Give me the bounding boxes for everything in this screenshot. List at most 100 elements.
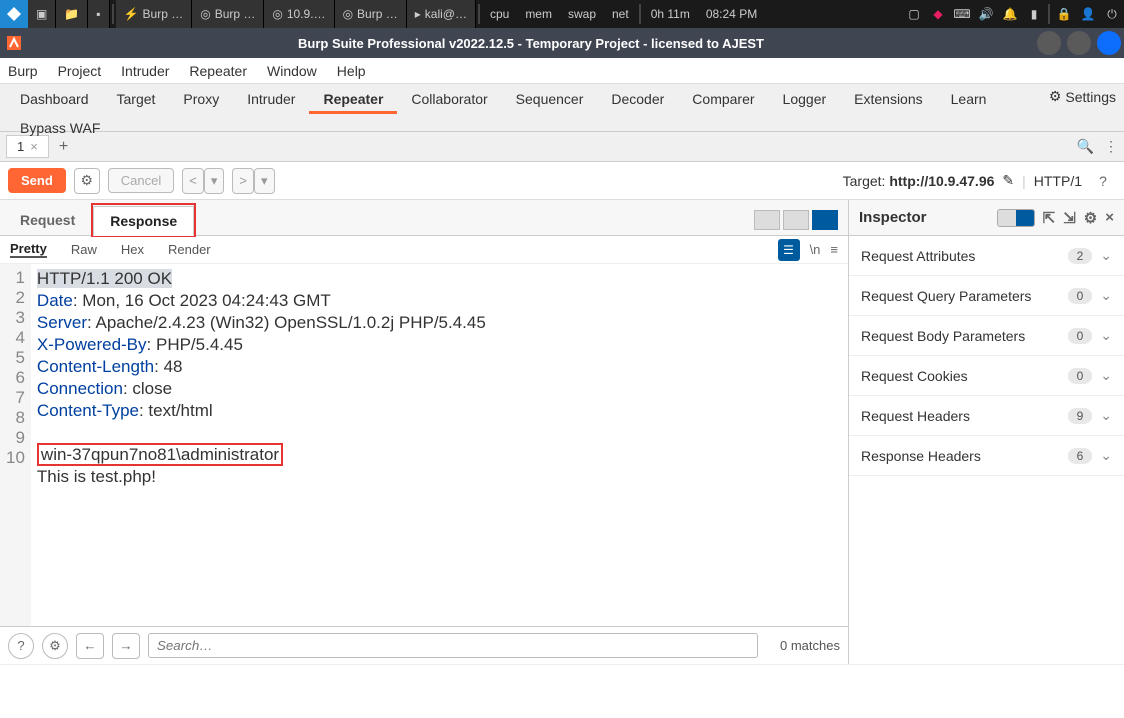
tray-lock-icon[interactable]: 🔒 xyxy=(1052,0,1076,28)
tool-tab-repeater[interactable]: Repeater xyxy=(309,87,397,114)
protocol-label[interactable]: HTTP/1 xyxy=(1034,173,1082,189)
send-button[interactable]: Send xyxy=(8,168,66,193)
search-input[interactable] xyxy=(148,633,758,658)
prev-match-button[interactable]: ← xyxy=(76,633,104,659)
help-icon[interactable]: ? xyxy=(8,633,34,659)
search-bar: ? ⚙ ← → 0 matches xyxy=(0,626,848,664)
hamburger-icon[interactable]: ≡ xyxy=(830,242,838,257)
inspector-row[interactable]: Request Headers9⌄ xyxy=(849,396,1124,436)
window-close[interactable] xyxy=(1097,31,1121,55)
tool-tab-dashboard[interactable]: Dashboard xyxy=(6,87,103,114)
inspector-row[interactable]: Request Query Parameters0⌄ xyxy=(849,276,1124,316)
tray-bell-icon[interactable]: 🔔 xyxy=(998,0,1022,28)
history-forward-button[interactable]: > xyxy=(232,168,254,194)
tool-tab-collaborator[interactable]: Collaborator xyxy=(397,87,501,114)
format-tab-raw[interactable]: Raw xyxy=(71,242,97,257)
history-forward-menu[interactable]: ▾ xyxy=(254,168,275,194)
inspector-title: Inspector xyxy=(859,209,927,226)
inspector-row-label: Response Headers xyxy=(861,448,981,464)
pretty-toggle-icon[interactable]: ☰ xyxy=(778,239,800,261)
close-icon[interactable]: × xyxy=(30,139,38,154)
inspector-row[interactable]: Request Body Parameters0⌄ xyxy=(849,316,1124,356)
tray-volume-icon[interactable]: 🔊 xyxy=(974,0,998,28)
taskbar-app[interactable]: ▸ kali@… xyxy=(407,0,476,28)
tool-tab-extensions[interactable]: Extensions xyxy=(840,87,936,114)
tool-tab-logger[interactable]: Logger xyxy=(769,87,841,114)
help-icon[interactable]: ? xyxy=(1090,168,1116,194)
taskbar-terminal[interactable]: ▣ xyxy=(28,0,56,28)
inspector-row-label: Request Body Parameters xyxy=(861,328,1025,344)
tray-power-icon[interactable]: ⏻ xyxy=(1100,0,1124,28)
inspector-gear-icon[interactable]: ⚙ xyxy=(1084,209,1097,227)
layout-vertical-icon[interactable] xyxy=(783,210,809,230)
taskbar-term2[interactable]: ▪ xyxy=(88,0,109,28)
tool-tab-intruder[interactable]: Intruder xyxy=(233,87,309,114)
collapse-icon[interactable]: ⇲ xyxy=(1063,209,1076,227)
inspector-row-count: 6 xyxy=(1068,448,1093,464)
tray-user-icon[interactable]: 👤 xyxy=(1076,0,1100,28)
tool-tab-bypass-waf[interactable]: Bypass WAF xyxy=(6,116,1118,140)
inspector-row[interactable]: Response Headers 6 ⌄ xyxy=(849,436,1124,476)
taskbar-app[interactable]: ⚡ Burp … xyxy=(116,0,193,28)
menu-burp[interactable]: Burp xyxy=(8,63,38,79)
tray-cube-icon[interactable]: ◆ xyxy=(926,0,950,28)
tray-battery-icon[interactable]: ▮ xyxy=(1022,0,1046,28)
tab-response[interactable]: Response xyxy=(93,206,194,236)
menu-help[interactable]: Help xyxy=(337,63,366,79)
history-back-menu[interactable]: ▾ xyxy=(204,168,225,194)
taskbar-app[interactable]: ◎ 10.9.… xyxy=(264,0,334,28)
edit-target-icon[interactable]: ✎ xyxy=(1002,172,1014,189)
taskbar-app[interactable]: ◎ Burp … xyxy=(192,0,264,28)
chevron-down-icon: ⌄ xyxy=(1100,287,1112,304)
menu-repeater[interactable]: Repeater xyxy=(189,63,247,79)
layout-horizontal-icon[interactable] xyxy=(754,210,780,230)
next-match-button[interactable]: → xyxy=(112,633,140,659)
taskbar-files[interactable]: 📁 xyxy=(56,0,88,28)
taskbar-meter: cpu xyxy=(482,0,517,28)
inspector-row[interactable]: Request Cookies0⌄ xyxy=(849,356,1124,396)
tool-tab-decoder[interactable]: Decoder xyxy=(597,87,678,114)
settings-gear-icon[interactable]: ⚙ xyxy=(42,633,68,659)
inspector-row-label: Request Query Parameters xyxy=(861,288,1031,304)
window-minimize[interactable] xyxy=(1037,31,1061,55)
layout-combined-icon[interactable] xyxy=(812,210,838,230)
cancel-button[interactable]: Cancel xyxy=(108,168,174,193)
history-back-button[interactable]: < xyxy=(182,168,204,194)
expand-up-icon[interactable]: ⇱ xyxy=(1043,209,1056,227)
chevron-down-icon: ⌄ xyxy=(1100,247,1112,264)
menu-intruder[interactable]: Intruder xyxy=(121,63,169,79)
add-tab-button[interactable]: + xyxy=(49,138,78,156)
newline-icon[interactable]: \n xyxy=(810,242,821,257)
tool-tab-proxy[interactable]: Proxy xyxy=(169,87,233,114)
window-maximize[interactable] xyxy=(1067,31,1091,55)
format-tab-pretty[interactable]: Pretty xyxy=(10,241,47,258)
format-tab-hex[interactable]: Hex xyxy=(121,242,144,257)
tool-tab-learn[interactable]: Learn xyxy=(937,87,1001,114)
app-launcher[interactable] xyxy=(0,0,28,28)
format-tab-render[interactable]: Render xyxy=(168,242,211,257)
send-options-gear-icon[interactable]: ⚙ xyxy=(74,168,100,194)
tool-tab-comparer[interactable]: Comparer xyxy=(678,87,768,114)
inspector-close-icon[interactable]: × xyxy=(1105,209,1114,226)
tray-keyboard-icon[interactable]: ⌨ xyxy=(950,0,974,28)
settings-button[interactable]: Settings xyxy=(1065,89,1116,105)
menu-window[interactable]: Window xyxy=(267,63,317,79)
inspector-row[interactable]: Request Attributes2⌄ xyxy=(849,236,1124,276)
taskbar-meter: swap xyxy=(560,0,604,28)
taskbar-meter: net xyxy=(604,0,637,28)
menu-project[interactable]: Project xyxy=(58,63,102,79)
window-titlebar: Burp Suite Professional v2022.12.5 - Tem… xyxy=(0,28,1124,58)
taskbar-app[interactable]: ◎ Burp … xyxy=(335,0,407,28)
menu-dots-icon[interactable]: ⋮ xyxy=(1104,138,1118,155)
response-editor[interactable]: 1 2 3 4 5 6 7 8 910 HTTP/1.1 200 OK Date… xyxy=(0,264,848,626)
search-icon[interactable]: 🔍 xyxy=(1077,138,1094,155)
chevron-down-icon: ⌄ xyxy=(1100,447,1112,464)
format-tabs: Pretty Raw Hex Render ☰ \n ≡ xyxy=(0,236,848,264)
tool-tab-sequencer[interactable]: Sequencer xyxy=(502,87,598,114)
tool-tab-target[interactable]: Target xyxy=(103,87,170,114)
inspector-layout-toggle[interactable] xyxy=(997,209,1035,227)
tab-request[interactable]: Request xyxy=(4,206,91,234)
tray-display-icon[interactable]: ▢ xyxy=(902,0,926,28)
settings-gear-icon[interactable]: ⚙ xyxy=(1049,88,1062,105)
inspector-row-count: 0 xyxy=(1068,368,1093,384)
